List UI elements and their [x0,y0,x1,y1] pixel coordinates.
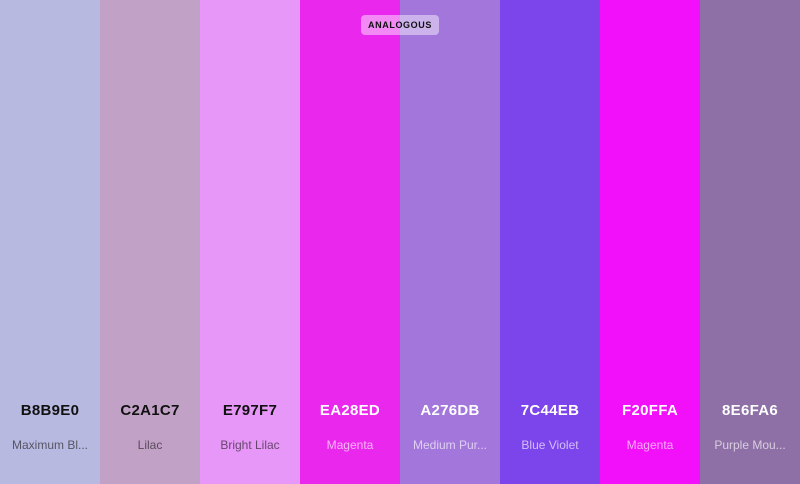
swatch-name: Bright Lilac [220,438,280,452]
swatch-name: Lilac [137,438,163,452]
swatch-purple-mountain[interactable]: 8E6FA6 Purple Mou... [700,0,800,484]
swatch-hex[interactable]: C2A1C7 [100,402,200,419]
swatch-hex[interactable]: 7C44EB [500,402,600,419]
palette-type-badge: ANALOGOUS [361,15,439,35]
swatch-bright-lilac[interactable]: E797F7 Bright Lilac [200,0,300,484]
swatch-hex[interactable]: 8E6FA6 [700,402,800,419]
swatch-name: Medium Pur... [412,438,488,452]
swatch-hex[interactable]: E797F7 [200,402,300,419]
swatch-hex[interactable]: B8B9E0 [0,402,100,419]
swatch-name: Magenta [326,438,374,452]
color-palette: B8B9E0 Maximum Bl... C2A1C7 Lilac E797F7… [0,0,800,484]
swatch-lilac[interactable]: C2A1C7 Lilac [100,0,200,484]
swatch-blue-violet[interactable]: 7C44EB Blue Violet [500,0,600,484]
swatch-hex[interactable]: EA28ED [300,402,400,419]
swatch-name: Magenta [626,438,674,452]
swatch-maximum-blue-purple[interactable]: B8B9E0 Maximum Bl... [0,0,100,484]
swatch-hex[interactable]: A276DB [400,402,500,419]
swatch-name: Blue Violet [521,438,579,452]
swatch-hex[interactable]: F20FFA [600,402,700,419]
swatch-name: Purple Mou... [714,438,786,452]
swatch-medium-purple[interactable]: A276DB Medium Pur... [400,0,500,484]
swatch-magenta-2[interactable]: F20FFA Magenta [600,0,700,484]
swatch-magenta[interactable]: EA28ED Magenta [300,0,400,484]
swatch-name: Maximum Bl... [11,438,88,452]
